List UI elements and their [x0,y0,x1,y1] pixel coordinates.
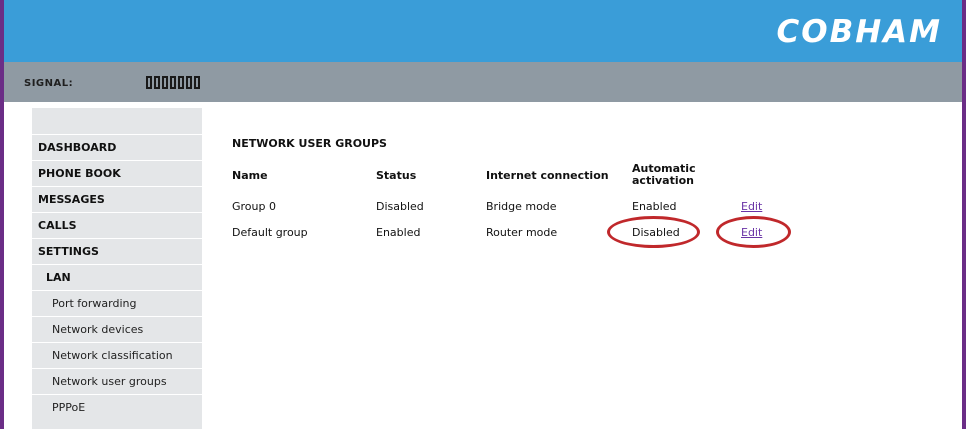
signal-segment [186,76,192,89]
sidebar-item-network-devices[interactable]: Network devices [32,316,202,342]
column-header-automatic-line2: activation [632,174,694,187]
signal-segment [194,76,200,89]
app-window: COBHAM SIGNAL: DASHBOARD PHONE BOOK MESS… [4,0,962,429]
cobham-logo: COBHAM [776,14,942,50]
signal-meter [146,76,200,89]
row0-edit-link[interactable]: Edit [741,200,762,213]
sidebar-item-pppoe[interactable]: PPPoE [32,394,202,420]
main-content: DASHBOARD PHONE BOOK MESSAGES CALLS SETT… [4,102,962,429]
sidebar-item-dashboard[interactable]: DASHBOARD [32,134,202,160]
column-header-name: Name [232,169,268,182]
sidebar-item-calls[interactable]: CALLS [32,212,202,238]
sidebar-item-phone-book[interactable]: PHONE BOOK [32,160,202,186]
header-bar: COBHAM [4,0,962,62]
sidebar-item-messages[interactable]: MESSAGES [32,186,202,212]
row1-name: Default group [232,226,308,239]
sidebar-item-port-forwarding[interactable]: Port forwarding [32,290,202,316]
signal-segment [162,76,168,89]
row0-status: Disabled [376,200,424,213]
signal-segment [154,76,160,89]
signal-bar: SIGNAL: [4,62,962,102]
column-header-automatic-activation: Automatic activation [632,163,696,187]
signal-segment [170,76,176,89]
row0-auto-activation: Enabled [632,200,677,213]
sidebar-header [32,108,202,134]
row0-name: Group 0 [232,200,276,213]
highlight-oval-edit [716,216,791,248]
row1-internet: Router mode [486,226,558,239]
column-header-internet-connection: Internet connection [486,169,609,182]
sidebar-item-network-classification[interactable]: Network classification [32,342,202,368]
page-title: NETWORK USER GROUPS [232,137,387,150]
sidebar: DASHBOARD PHONE BOOK MESSAGES CALLS SETT… [32,108,202,429]
signal-label: SIGNAL: [24,78,74,89]
column-header-status: Status [376,169,417,182]
highlight-oval-auto-activation [607,216,700,248]
sidebar-item-lan[interactable]: LAN [32,264,202,290]
signal-segment [178,76,184,89]
sidebar-item-settings[interactable]: SETTINGS [32,238,202,264]
sidebar-item-network-user-groups[interactable]: Network user groups [32,368,202,394]
row1-status: Enabled [376,226,421,239]
signal-segment [146,76,152,89]
row0-internet: Bridge mode [486,200,557,213]
